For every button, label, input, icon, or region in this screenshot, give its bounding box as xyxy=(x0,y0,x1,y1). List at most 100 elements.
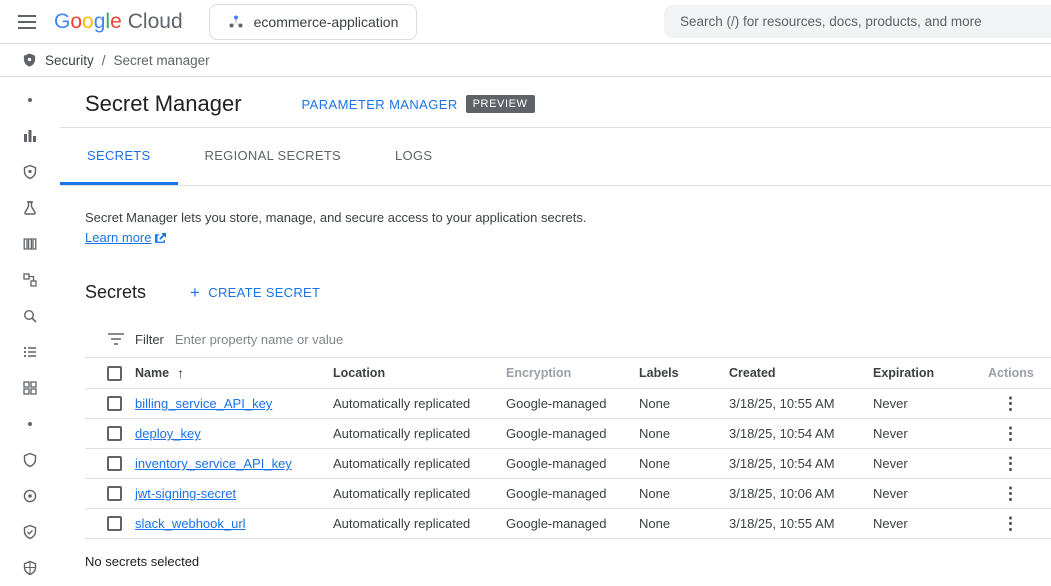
filter-label: Filter xyxy=(135,332,164,347)
cell-labels: None xyxy=(639,456,729,471)
row-actions-menu-icon[interactable]: ⋮ xyxy=(996,422,1025,445)
network-icon xyxy=(22,272,38,288)
cell-expiration: Never xyxy=(873,426,988,441)
cloud-logo-text: Cloud xyxy=(128,10,183,34)
sidebar-item-1[interactable] xyxy=(0,82,60,118)
create-secret-label: CREATE SECRET xyxy=(208,285,320,300)
cell-created: 3/18/25, 10:06 AM xyxy=(729,486,873,501)
secrets-section-title: Secrets xyxy=(85,282,146,303)
project-icon xyxy=(228,14,244,30)
sidebar-item-11[interactable] xyxy=(0,442,60,478)
cell-created: 3/18/25, 10:54 AM xyxy=(729,426,873,441)
preview-badge: PREVIEW xyxy=(466,95,535,113)
dot-icon xyxy=(27,97,33,103)
secret-link[interactable]: slack_webhook_url xyxy=(135,516,246,531)
menu-button[interactable] xyxy=(0,0,54,43)
select-all-checkbox[interactable] xyxy=(107,366,122,381)
dot-icon xyxy=(27,421,33,427)
apps-grid-icon xyxy=(22,380,38,396)
secret-link[interactable]: jwt-signing-secret xyxy=(135,486,236,501)
equalizer-icon xyxy=(22,128,38,144)
row-checkbox[interactable] xyxy=(107,426,122,441)
table-row: billing_service_API_key Automatically re… xyxy=(85,389,1051,419)
global-search xyxy=(664,5,1051,38)
cell-expiration: Never xyxy=(873,516,988,531)
cell-encryption: Google-managed xyxy=(506,486,639,501)
sidebar-item-3[interactable] xyxy=(0,154,60,190)
learn-more-label: Learn more xyxy=(85,228,151,248)
external-link-icon xyxy=(155,233,166,244)
row-actions-menu-icon[interactable]: ⋮ xyxy=(996,392,1025,415)
sidebar-item-4[interactable] xyxy=(0,190,60,226)
cell-labels: None xyxy=(639,426,729,441)
table-row: slack_webhook_url Automatically replicat… xyxy=(85,509,1051,539)
tab-logs[interactable]: LOGS xyxy=(368,128,459,185)
flask-icon xyxy=(22,200,38,216)
cell-encryption: Google-managed xyxy=(506,426,639,441)
google-cloud-logo[interactable]: Google Cloud xyxy=(54,10,183,34)
row-actions-menu-icon[interactable]: ⋮ xyxy=(996,452,1025,475)
plus-icon: + xyxy=(190,284,200,301)
left-nav-rail xyxy=(0,77,60,581)
project-name: ecommerce-application xyxy=(254,14,399,30)
shield-icon xyxy=(22,452,38,468)
tab-regional-secrets[interactable]: REGIONAL SECRETS xyxy=(178,128,369,185)
table-row: jwt-signing-secret Automatically replica… xyxy=(85,479,1051,509)
secret-link[interactable]: inventory_service_API_key xyxy=(135,456,292,471)
cell-encryption: Google-managed xyxy=(506,516,639,531)
sidebar-item-5[interactable] xyxy=(0,226,60,262)
secret-link[interactable]: deploy_key xyxy=(135,426,201,441)
breadcrumb: Security / Secret manager xyxy=(0,44,1051,77)
table-row: deploy_key Automatically replicated Goog… xyxy=(85,419,1051,449)
sidebar-item-6[interactable] xyxy=(0,262,60,298)
cell-created: 3/18/25, 10:55 AM xyxy=(729,516,873,531)
create-secret-button[interactable]: + CREATE SECRET xyxy=(190,284,320,301)
filter-input[interactable] xyxy=(175,332,1051,347)
search-input[interactable] xyxy=(680,14,1035,29)
tab-secrets[interactable]: SECRETS xyxy=(60,128,178,185)
secret-link[interactable]: billing_service_API_key xyxy=(135,396,272,411)
sidebar-item-12[interactable] xyxy=(0,478,60,514)
shield-check-icon xyxy=(22,524,38,540)
cell-labels: None xyxy=(639,516,729,531)
cell-location: Automatically replicated xyxy=(333,516,506,531)
row-actions-menu-icon[interactable]: ⋮ xyxy=(996,482,1025,505)
cell-encryption: Google-managed xyxy=(506,456,639,471)
tab-bar: SECRETS REGIONAL SECRETS LOGS xyxy=(60,128,1051,185)
table-header-row: Name ↑ Location Encryption Labels Create… xyxy=(85,358,1051,389)
page-title: Secret Manager xyxy=(85,90,242,118)
list-icon xyxy=(22,344,38,360)
cell-created: 3/18/25, 10:54 AM xyxy=(729,456,873,471)
column-header-created: Created xyxy=(729,366,873,380)
cell-location: Automatically replicated xyxy=(333,396,506,411)
sidebar-item-2[interactable] xyxy=(0,118,60,154)
column-name-label: Name xyxy=(135,366,169,380)
cell-location: Automatically replicated xyxy=(333,426,506,441)
breadcrumb-section[interactable]: Security xyxy=(45,53,94,68)
sidebar-item-9[interactable] xyxy=(0,370,60,406)
selection-status: No secrets selected xyxy=(60,539,1051,569)
learn-more-link[interactable]: Learn more xyxy=(85,228,166,248)
table-row: inventory_service_API_key Automatically … xyxy=(85,449,1051,479)
globe-shield-icon xyxy=(22,560,38,576)
column-header-name[interactable]: Name ↑ xyxy=(135,365,333,381)
row-checkbox[interactable] xyxy=(107,516,122,531)
row-checkbox[interactable] xyxy=(107,396,122,411)
sidebar-item-7[interactable] xyxy=(0,298,60,334)
project-selector[interactable]: ecommerce-application xyxy=(209,4,418,40)
cell-created: 3/18/25, 10:55 AM xyxy=(729,396,873,411)
column-header-encryption: Encryption xyxy=(506,366,639,380)
sidebar-item-13[interactable] xyxy=(0,514,60,550)
shield-lock-icon xyxy=(22,164,38,180)
row-checkbox[interactable] xyxy=(107,486,122,501)
filter-bar: Filter xyxy=(85,321,1051,358)
sidebar-item-10[interactable] xyxy=(0,406,60,442)
sidebar-item-8[interactable] xyxy=(0,334,60,370)
columns-icon xyxy=(22,236,38,252)
row-checkbox[interactable] xyxy=(107,456,122,471)
cell-expiration: Never xyxy=(873,396,988,411)
filter-icon[interactable] xyxy=(108,333,124,345)
column-header-location: Location xyxy=(333,366,506,380)
parameter-manager-link[interactable]: PARAMETER MANAGER xyxy=(302,97,458,112)
row-actions-menu-icon[interactable]: ⋮ xyxy=(996,512,1025,535)
